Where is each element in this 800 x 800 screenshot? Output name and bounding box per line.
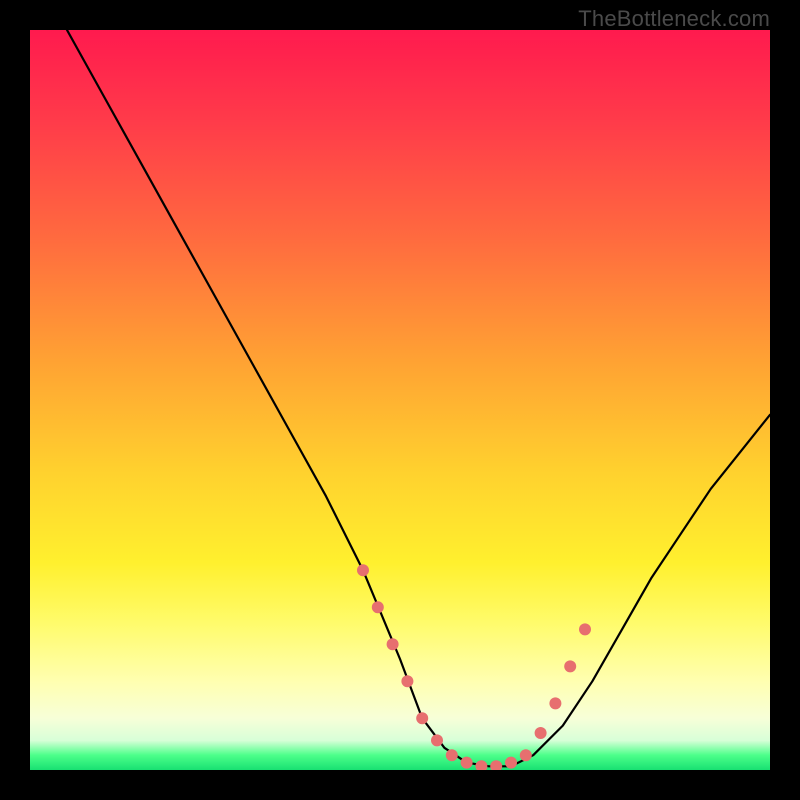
highlight-dots <box>357 564 591 770</box>
bottleneck-curve <box>67 30 770 766</box>
highlight-dot <box>549 697 561 709</box>
highlight-dot <box>490 760 502 770</box>
highlight-dot <box>535 727 547 739</box>
highlight-dot <box>475 760 487 770</box>
highlight-dot <box>401 675 413 687</box>
attribution-label: TheBottleneck.com <box>578 6 770 32</box>
highlight-dot <box>372 601 384 613</box>
highlight-dot <box>357 564 369 576</box>
highlight-dot <box>461 757 473 769</box>
highlight-dot <box>505 757 517 769</box>
chart-frame: TheBottleneck.com <box>0 0 800 800</box>
highlight-dot <box>416 712 428 724</box>
highlight-dot <box>564 660 576 672</box>
highlight-dot <box>579 623 591 635</box>
highlight-dot <box>446 749 458 761</box>
highlight-dot <box>431 734 443 746</box>
plot-area <box>30 30 770 770</box>
highlight-dot <box>387 638 399 650</box>
curve-svg <box>30 30 770 770</box>
highlight-dot <box>520 749 532 761</box>
